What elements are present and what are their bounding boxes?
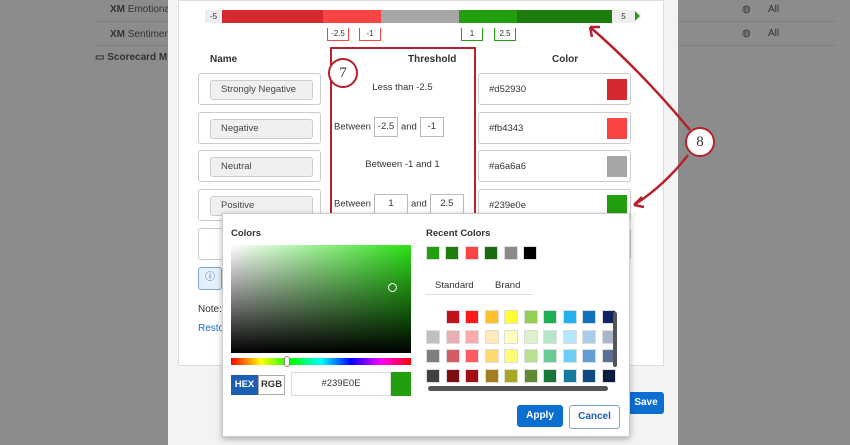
standard-color-swatch[interactable]: [582, 310, 596, 324]
vertical-scrollbar[interactable]: [613, 312, 617, 367]
horizontal-scrollbar[interactable]: [428, 386, 608, 391]
saturation-area[interactable]: [231, 245, 411, 353]
standard-color-swatch[interactable]: [426, 349, 440, 363]
color-picker: Colors HEX RGB #239E0E Recent Colors Sta…: [222, 213, 630, 437]
standard-color-swatch[interactable]: [504, 368, 518, 383]
standard-color-swatch[interactable]: [543, 349, 557, 363]
standard-color-swatch[interactable]: [426, 368, 440, 383]
standard-color-swatch[interactable]: [484, 310, 499, 324]
colors-label: Colors: [231, 228, 262, 239]
recent-color-swatch[interactable]: [445, 246, 459, 260]
standard-color-swatch[interactable]: [465, 310, 479, 324]
standard-color-swatch[interactable]: [543, 310, 557, 324]
standard-color-swatch[interactable]: [426, 329, 440, 344]
standard-color-swatch[interactable]: [465, 329, 479, 344]
recent-color-swatch[interactable]: [523, 246, 537, 260]
standard-color-swatch[interactable]: [523, 349, 538, 363]
standard-color-swatch[interactable]: [562, 329, 577, 344]
standard-color-swatch[interactable]: [504, 310, 518, 324]
recent-color-swatch[interactable]: [504, 246, 518, 260]
standard-color-swatch[interactable]: [523, 310, 538, 324]
cancel-button[interactable]: Cancel: [569, 405, 620, 429]
standard-color-swatch[interactable]: [582, 329, 596, 344]
standard-color-swatch[interactable]: [504, 329, 518, 344]
standard-color-swatch[interactable]: [484, 349, 499, 363]
hue-handle[interactable]: [284, 356, 290, 367]
recent-color-swatch[interactable]: [426, 246, 440, 260]
hex-mode-button[interactable]: HEX: [231, 375, 258, 395]
standard-color-swatch[interactable]: [504, 349, 518, 363]
standard-color-swatch[interactable]: [484, 329, 499, 344]
tab-standard[interactable]: Standard: [435, 280, 474, 291]
standard-color-swatch[interactable]: [523, 368, 538, 383]
standard-color-swatch[interactable]: [543, 329, 557, 344]
standard-color-swatch[interactable]: [562, 349, 577, 363]
current-color-preview: [391, 372, 411, 396]
standard-color-swatch[interactable]: [445, 329, 460, 344]
hex-input[interactable]: #239E0E: [291, 372, 391, 396]
standard-color-swatch[interactable]: [601, 368, 616, 383]
standard-color-swatch[interactable]: [484, 368, 499, 383]
recent-color-swatch[interactable]: [484, 246, 498, 260]
standard-color-swatch[interactable]: [582, 349, 596, 363]
standard-color-swatch[interactable]: [582, 368, 596, 383]
standard-color-grid: [426, 310, 620, 386]
color-cursor[interactable]: [388, 283, 397, 292]
standard-color-swatch[interactable]: [445, 349, 460, 363]
annotation-step-8: 8: [685, 127, 715, 157]
standard-color-swatch[interactable]: [562, 368, 577, 383]
standard-color-swatch[interactable]: [465, 349, 479, 363]
tab-brand[interactable]: Brand: [495, 280, 520, 291]
recent-colors-label: Recent Colors: [426, 228, 491, 239]
recent-color-swatch[interactable]: [465, 246, 479, 260]
arrow-to-slider: [589, 26, 691, 131]
standard-color-swatch[interactable]: [465, 368, 479, 383]
standard-color-swatch[interactable]: [523, 329, 538, 344]
standard-color-swatch[interactable]: [543, 368, 557, 383]
rgb-mode-button[interactable]: RGB: [258, 375, 285, 395]
standard-color-swatch[interactable]: [562, 310, 577, 324]
standard-color-swatch[interactable]: [445, 368, 460, 383]
standard-color-swatch[interactable]: [445, 310, 460, 324]
hue-slider[interactable]: [231, 356, 411, 367]
apply-button[interactable]: Apply: [517, 405, 563, 427]
